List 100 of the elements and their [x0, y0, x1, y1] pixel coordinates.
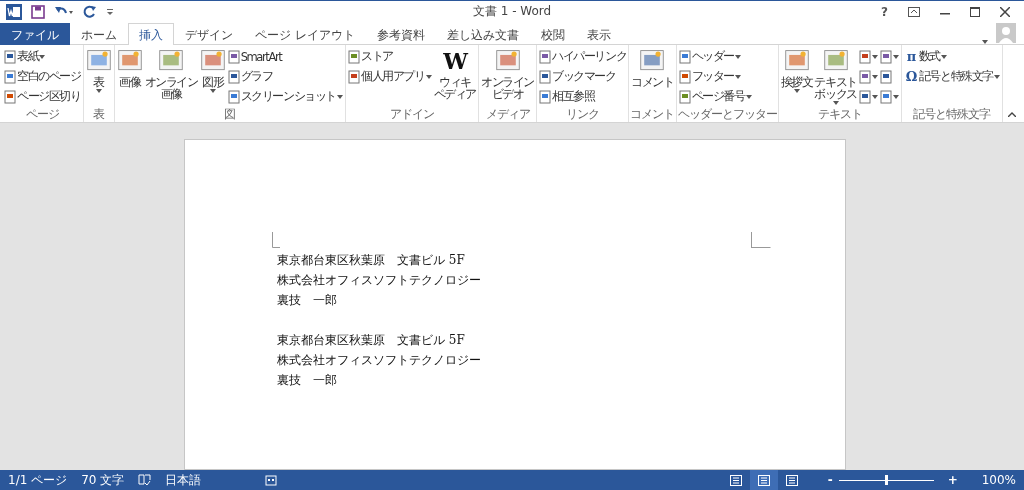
group-label: 図 — [223, 107, 237, 122]
caret-icon — [209, 89, 216, 93]
ribbon-button[interactable]: ストア — [347, 47, 433, 66]
help-button[interactable]: ? — [881, 4, 888, 19]
language[interactable]: 日本語 — [165, 471, 202, 489]
ribbon-button[interactable]: 空白のページ — [3, 67, 82, 86]
redo-icon[interactable] — [83, 4, 97, 19]
ribbon-button[interactable]: ヘッダー — [677, 47, 753, 66]
document-icon — [879, 49, 892, 64]
ribbon-button[interactable]: π 数式 — [902, 47, 1002, 66]
ribbon-tab[interactable]: 参考資料 — [365, 23, 436, 45]
ribbon-button[interactable]: 挨拶文 — [779, 47, 814, 107]
ribbon-button[interactable]: スクリーンショット — [226, 87, 345, 106]
ribbon-button[interactable]: 表 — [84, 47, 113, 107]
ribbon-button[interactable]: ページ番号 — [677, 87, 753, 106]
document-text: 株式会社オフィスソフトテクノロジー — [277, 272, 481, 289]
caret-icon — [39, 54, 46, 59]
ribbon-options-icon[interactable] — [908, 6, 920, 17]
ribbon-button[interactable]: W ウィキ ペディア — [432, 47, 478, 107]
margin-corner-mark — [751, 232, 771, 248]
ribbon-button[interactable]: 表紙 — [3, 47, 82, 66]
page-count[interactable]: 1/1 ページ — [8, 471, 68, 489]
zoom-out-button[interactable]: - — [827, 473, 833, 487]
ribbon-button[interactable] — [878, 47, 900, 66]
ribbon-tab[interactable]: ホーム — [70, 23, 128, 45]
document-text: 裏技 一郎 — [277, 372, 337, 389]
ribbon-tab[interactable]: 挿入 — [128, 23, 174, 45]
collapse-ribbon-icon[interactable] — [1008, 112, 1016, 117]
proofing-icon[interactable] — [138, 474, 152, 486]
document-text: 東京都台東区秋葉原 文書ビル 5F — [277, 252, 465, 269]
ribbon-button[interactable]: Ω 記号と特殊文字 — [902, 67, 1002, 86]
document-icon — [348, 49, 361, 64]
document-icon — [4, 49, 16, 64]
macro-icon[interactable] — [265, 474, 278, 486]
ribbon-button[interactable]: 図形 — [198, 47, 227, 107]
close-icon[interactable] — [1000, 6, 1010, 17]
account-caret-icon[interactable] — [982, 40, 988, 44]
ribbon-button[interactable] — [857, 67, 879, 86]
ribbon-tab[interactable]: ページ レイアウト — [244, 23, 366, 45]
caret-icon — [735, 74, 742, 79]
ribbon-button[interactable] — [857, 87, 879, 106]
zoom-level[interactable]: 100% — [981, 473, 1016, 487]
ribbon-tab[interactable]: 差し込み文書 — [435, 23, 530, 45]
document-icon — [4, 89, 16, 104]
page-icon — [757, 474, 770, 486]
ribbon-button[interactable]: ハイパーリンク — [538, 47, 628, 66]
caret-icon — [745, 94, 752, 99]
ribbon-button[interactable]: オンライン 画像 — [143, 47, 199, 107]
maximize-icon[interactable] — [970, 6, 980, 17]
margin-corner-mark — [272, 232, 280, 248]
group-label: メディア — [484, 107, 531, 122]
ribbon-button[interactable] — [857, 47, 879, 66]
document-icon — [348, 69, 361, 84]
page-icon — [785, 474, 798, 486]
caret-icon — [425, 74, 432, 79]
document-icon — [539, 89, 552, 104]
group-label: ヘッダーとフッター — [677, 107, 777, 122]
document-icon — [858, 69, 871, 84]
view-button[interactable] — [749, 470, 778, 490]
group-label: リンク — [565, 107, 601, 122]
document-text: 株式会社オフィスソフトテクノロジー — [277, 352, 481, 369]
document-icon — [539, 69, 552, 84]
document-icon — [678, 69, 691, 84]
document-text: 裏技 一郎 — [277, 292, 337, 309]
ribbon-button[interactable]: テキスト ボックス — [813, 47, 858, 107]
group-label: ページ — [24, 107, 60, 122]
caret-icon — [892, 54, 899, 59]
zoom-in-button[interactable]: + — [947, 473, 958, 487]
ribbon-button[interactable]: オンライン ビデオ — [480, 47, 536, 107]
document-icon — [879, 69, 892, 84]
ribbon-tab[interactable]: 表示 — [575, 23, 622, 45]
ribbon-button[interactable]: 画像 — [115, 47, 144, 107]
document-icon — [879, 89, 892, 104]
caret-icon — [832, 101, 839, 105]
word-count[interactable]: 70 文字 — [81, 471, 125, 489]
document-icon — [4, 69, 16, 84]
group-label: 記号と特殊文字 — [912, 107, 992, 122]
ribbon-tab[interactable]: 校閲 — [529, 23, 576, 45]
ribbon-button[interactable]: 個人用アプリ — [347, 67, 433, 86]
ribbon-button[interactable]: コメント — [630, 47, 675, 107]
ribbon-button[interactable] — [878, 87, 900, 106]
customize-icon[interactable] — [106, 6, 114, 17]
group-label: テキスト — [816, 107, 863, 122]
ribbon-button[interactable]: SmartArt — [226, 47, 345, 66]
caret-icon — [871, 54, 878, 59]
caret-icon — [735, 54, 742, 59]
ribbon-tab[interactable]: デザイン — [174, 23, 244, 45]
document-icon — [678, 49, 691, 64]
ribbon-button[interactable]: ブックマーク — [538, 67, 628, 86]
ribbon-button[interactable]: ページ区切り — [3, 87, 82, 106]
ribbon-button[interactable]: フッター — [677, 67, 753, 86]
window-title: 文書 1 - Word — [472, 3, 552, 20]
ribbon-button[interactable]: グラフ — [226, 67, 345, 86]
document-icon — [227, 49, 240, 64]
document-icon — [678, 89, 691, 104]
group-label: コメント — [630, 107, 675, 122]
caret-icon — [793, 89, 800, 93]
file-tab[interactable]: ファイル — [0, 23, 70, 45]
save-icon[interactable] — [31, 4, 45, 19]
ribbon-button[interactable]: 相互参照 — [538, 87, 628, 106]
